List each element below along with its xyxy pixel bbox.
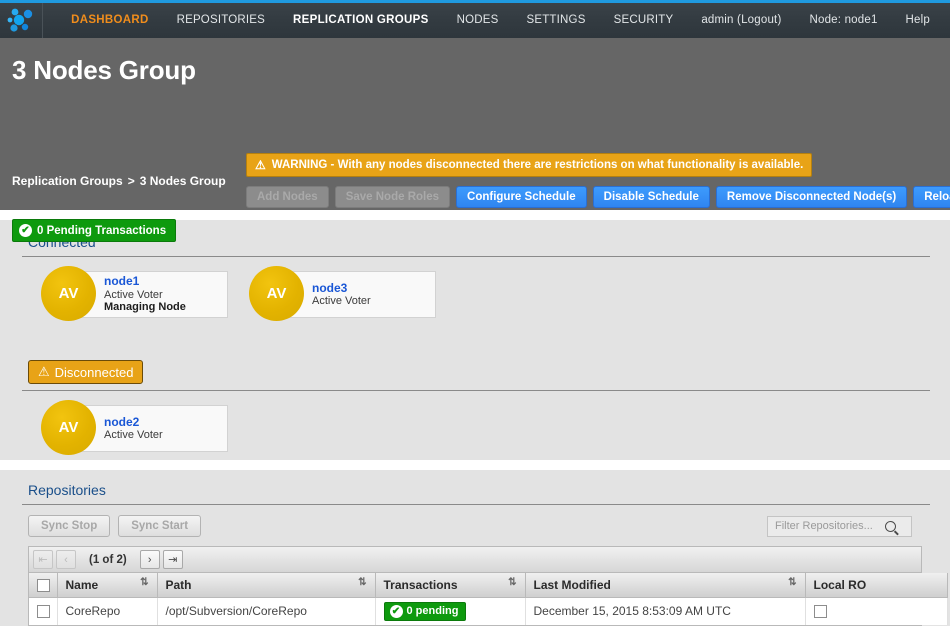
column-label: Local RO xyxy=(813,577,867,592)
local-ro-checkbox[interactable] xyxy=(813,605,827,619)
node-avatar: AV xyxy=(249,266,304,321)
disconnected-node-list: AV node2 Active Voter xyxy=(14,391,936,455)
repositories-table-container: ⇤ ‹ (1 of 2) › ⇥ Name ⇅ Path ⇅ Transacti… xyxy=(28,546,948,626)
select-all-header xyxy=(29,573,58,598)
column-header-path[interactable]: Path ⇅ xyxy=(157,573,376,598)
breadcrumb-separator: > xyxy=(127,174,135,188)
warning-banner: ⚠ WARNING - With any nodes disconnected … xyxy=(246,153,813,177)
repositories-section-title: Repositories xyxy=(28,482,106,498)
warning-triangle-icon: ⚠ xyxy=(255,158,266,172)
column-header-name[interactable]: Name ⇅ xyxy=(57,573,158,598)
column-label: Transactions xyxy=(383,577,458,592)
sync-stop-button[interactable]: Sync Stop xyxy=(28,515,111,537)
configure-schedule-button[interactable]: Configure Schedule xyxy=(456,186,587,208)
check-circle-icon: ✔ xyxy=(389,604,403,618)
nav-item-replication-groups[interactable]: REPLICATION GROUPS xyxy=(279,3,443,38)
sort-icon[interactable]: ⇅ xyxy=(140,578,148,588)
sync-start-button[interactable]: Sync Start xyxy=(118,515,202,537)
top-navigation-bar: DASHBOARD REPOSITORIES REPLICATION GROUP… xyxy=(0,0,950,50)
reload-button[interactable]: Reload xyxy=(913,186,950,208)
last-page-button[interactable]: ⇥ xyxy=(162,550,183,569)
nav-right-group: admin (Logout) Node: node1 Help xyxy=(687,3,950,38)
cell-transactions: ✔ 0 pending xyxy=(375,597,526,625)
node-role: Active Voter xyxy=(104,429,163,442)
nav-item-dashboard[interactable]: DASHBOARD xyxy=(57,3,162,38)
table-row[interactable]: CoreRepo /opt/Subversion/CoreRepo ✔ 0 pe… xyxy=(29,597,948,625)
node-avatar: AV xyxy=(41,266,96,321)
filter-repositories-box[interactable] xyxy=(767,515,912,537)
node-avatar: AV xyxy=(41,400,96,455)
breadcrumb: Replication Groups >3 Nodes Group xyxy=(12,174,226,188)
warning-triangle-icon: ⚠ xyxy=(38,364,50,379)
node-name[interactable]: node2 xyxy=(104,415,163,429)
row-select-checkbox[interactable] xyxy=(37,605,50,619)
cell-path: /opt/Subversion/CoreRepo xyxy=(157,597,376,625)
action-button-row: Add Nodes Save Node Roles Configure Sche… xyxy=(246,186,950,208)
repositories-panel: Repositories Sync Stop Sync Start ⇤ ‹ (1… xyxy=(0,470,950,626)
help-link[interactable]: Help xyxy=(892,3,944,38)
nav-item-security[interactable]: SECURITY xyxy=(600,3,688,38)
pagination-bar: ⇤ ‹ (1 of 2) › ⇥ xyxy=(29,547,921,573)
disable-schedule-button[interactable]: Disable Schedule xyxy=(592,186,710,208)
page-header: 3 Nodes Group Replication Groups >3 Nodes… xyxy=(0,38,950,242)
row-select-cell xyxy=(29,597,58,625)
previous-page-button[interactable]: ‹ xyxy=(56,550,76,569)
column-label: Path xyxy=(165,577,192,592)
node-name[interactable]: node3 xyxy=(312,281,371,295)
connected-node-list: AV node1 Active Voter Managing Node AV n… xyxy=(14,257,936,321)
column-header-local-ro[interactable]: Local RO xyxy=(805,573,948,598)
repositories-toolbar: Sync Stop Sync Start xyxy=(14,505,936,537)
node-card[interactable]: AV node2 Active Voter xyxy=(41,400,228,455)
save-node-roles-button[interactable]: Save Node Roles xyxy=(334,186,451,208)
node-managing-label: Managing Node xyxy=(104,301,186,314)
repositories-table: Name ⇅ Path ⇅ Transactions ⇅ Last Modifi… xyxy=(29,573,948,625)
current-node-label: Node: node1 xyxy=(809,14,878,26)
pending-chip: ✔ 0 pending xyxy=(383,601,467,621)
column-label: Name xyxy=(65,577,99,592)
disconnected-section-badge: ⚠ Disconnected xyxy=(28,360,144,384)
sort-icon[interactable]: ⇅ xyxy=(788,578,796,588)
nav-links: DASHBOARD REPOSITORIES REPLICATION GROUP… xyxy=(43,3,687,38)
app-logo[interactable] xyxy=(0,3,44,38)
nodes-panel: Connected AV node1 Active Voter Managing… xyxy=(0,220,950,460)
select-all-checkbox[interactable] xyxy=(37,578,50,592)
nav-item-settings[interactable]: SETTINGS xyxy=(512,3,599,38)
admin-logout-link[interactable]: admin (Logout) xyxy=(687,3,795,38)
node-card[interactable]: AV node1 Active Voter Managing Node xyxy=(41,266,228,321)
pending-transactions-badge: ✔ 0 Pending Transactions xyxy=(12,219,177,242)
add-nodes-button[interactable]: Add Nodes xyxy=(246,186,329,208)
dotcluster-logo-icon xyxy=(7,8,33,32)
node-name[interactable]: node1 xyxy=(104,275,186,289)
pending-chip-label: 0 pending xyxy=(406,605,459,618)
node-role: Active Voter xyxy=(104,288,163,301)
pending-transactions-label: 0 Pending Transactions xyxy=(37,224,167,237)
search-icon[interactable] xyxy=(885,520,896,532)
remove-disconnected-nodes-button[interactable]: Remove Disconnected Node(s) xyxy=(715,186,908,208)
nav-item-nodes[interactable]: NODES xyxy=(443,3,513,38)
table-header-row: Name ⇅ Path ⇅ Transactions ⇅ Last Modifi… xyxy=(29,573,948,598)
next-page-button[interactable]: › xyxy=(139,550,160,569)
nav-item-repositories[interactable]: REPOSITORIES xyxy=(163,3,279,38)
cell-local-ro xyxy=(805,597,948,625)
column-header-last-modified[interactable]: Last Modified ⇅ xyxy=(525,573,806,598)
breadcrumb-replication-groups[interactable]: Replication Groups xyxy=(12,174,123,188)
page-count-label: (1 of 2) xyxy=(89,553,127,566)
warning-text: WARNING - With any nodes disconnected th… xyxy=(271,159,804,171)
page-title: 3 Nodes Group xyxy=(12,55,196,85)
node-role: Active Voter xyxy=(312,295,371,308)
node-card[interactable]: AV node3 Active Voter xyxy=(249,266,436,321)
sort-icon[interactable]: ⇅ xyxy=(358,578,366,588)
column-header-transactions[interactable]: Transactions ⇅ xyxy=(375,573,526,598)
cell-last-modified: December 15, 2015 8:53:09 AM UTC xyxy=(525,597,806,625)
sort-icon[interactable]: ⇅ xyxy=(508,578,516,588)
breadcrumb-current: 3 Nodes Group xyxy=(139,174,226,188)
first-page-button[interactable]: ⇤ xyxy=(33,550,53,569)
column-label: Last Modified xyxy=(533,577,611,592)
disconnected-section-title: Disconnected xyxy=(54,364,134,380)
filter-repositories-input[interactable] xyxy=(773,519,885,533)
check-circle-icon: ✔ xyxy=(19,224,32,237)
cell-name: CoreRepo xyxy=(57,597,158,625)
